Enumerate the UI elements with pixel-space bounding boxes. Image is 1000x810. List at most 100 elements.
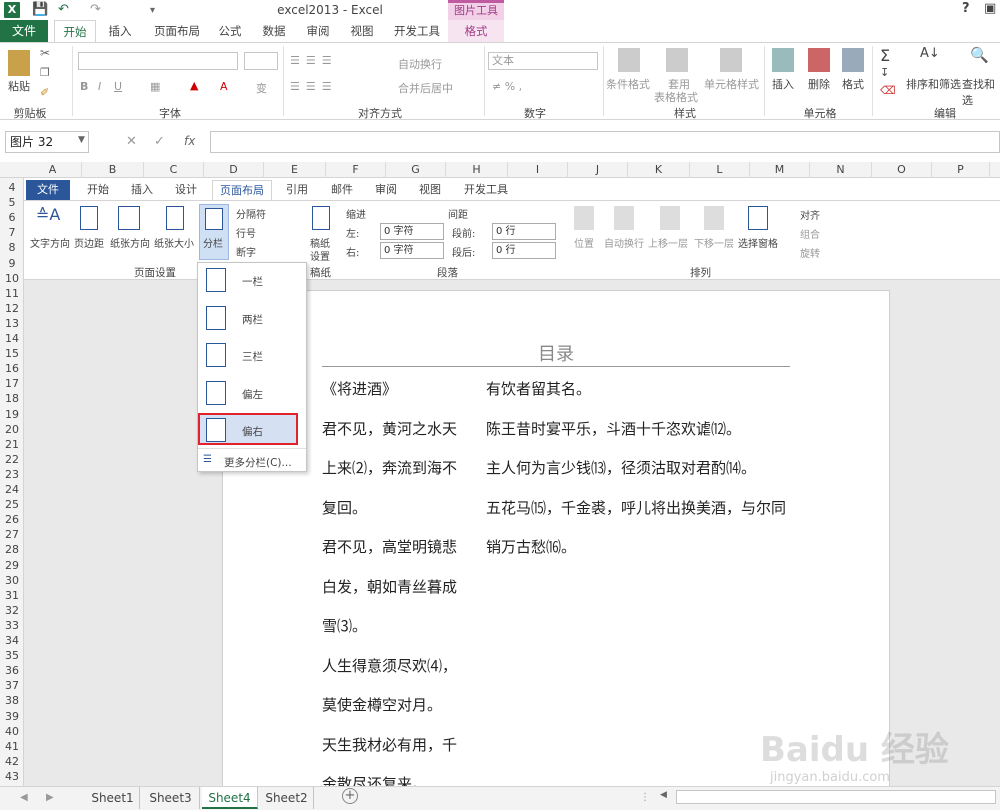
column-header-c[interactable]: C	[144, 162, 204, 178]
conditional-format-icon[interactable]	[618, 48, 640, 72]
cut-icon[interactable]: ✂	[40, 46, 50, 60]
row-header[interactable]: 15	[0, 346, 24, 361]
tab-page-layout[interactable]: 页面布局	[146, 20, 208, 42]
column-header-i[interactable]: I	[508, 162, 568, 178]
merge-center-button[interactable]: 合并后居中	[398, 80, 453, 96]
sheet-tab-3[interactable]: Sheet4	[202, 787, 258, 809]
row-header[interactable]: 24	[0, 482, 24, 497]
sort-filter-button[interactable]: 排序和筛选	[906, 76, 961, 92]
table-format-button-l2[interactable]: 表格格式	[654, 89, 698, 105]
sheet-tab-1[interactable]: Sheet1	[86, 787, 140, 809]
insert-cells-button[interactable]: 插入	[772, 76, 794, 92]
tab-home[interactable]: 开始	[54, 20, 96, 42]
row-header[interactable]: 5	[0, 195, 24, 210]
format-cells-button[interactable]: 格式	[842, 76, 864, 92]
ribbon-display-icon[interactable]: ▣	[984, 1, 996, 16]
find-icon[interactable]: 🔍	[970, 46, 989, 64]
delete-cells-button[interactable]: 删除	[808, 76, 830, 92]
name-box[interactable]: 图片 32	[5, 131, 89, 153]
row-header[interactable]: 35	[0, 648, 24, 663]
row-header[interactable]: 9	[0, 256, 24, 271]
copy-icon[interactable]: ❐	[40, 66, 50, 79]
row-header[interactable]: 38	[0, 693, 24, 708]
row-header[interactable]: 7	[0, 225, 24, 240]
column-header-k[interactable]: K	[628, 162, 690, 178]
column-header-p[interactable]: P	[932, 162, 990, 178]
find-select-button[interactable]: 查找和选	[962, 76, 1000, 108]
font-name-combo[interactable]	[78, 52, 238, 70]
align-left-icons[interactable]: ☰☰☰	[290, 80, 338, 93]
row-header[interactable]: 22	[0, 452, 24, 467]
sort-filter-icon[interactable]: A↓	[920, 46, 940, 61]
bold-icon[interactable]: B	[80, 80, 88, 93]
row-header[interactable]: 20	[0, 422, 24, 437]
row-header[interactable]: 10	[0, 271, 24, 286]
tab-splitter-icon[interactable]: ⋮	[640, 792, 650, 803]
scroll-right-icon[interactable]: ▶	[46, 792, 54, 803]
row-header[interactable]: 34	[0, 633, 24, 648]
insert-function-icon[interactable]: fx	[184, 134, 195, 148]
column-header-n[interactable]: N	[810, 162, 872, 178]
delete-cells-icon[interactable]	[808, 48, 830, 72]
new-sheet-icon[interactable]: +	[342, 788, 358, 804]
fill-icon[interactable]: ↧	[880, 66, 889, 79]
insert-cells-icon[interactable]	[772, 48, 794, 72]
row-header[interactable]: 17	[0, 376, 24, 391]
column-header-f[interactable]: F	[326, 162, 386, 178]
row-header[interactable]: 31	[0, 588, 24, 603]
wrap-text-button[interactable]: 自动换行	[398, 56, 442, 72]
row-header[interactable]: 11	[0, 286, 24, 301]
sheet-tab-2[interactable]: Sheet3	[142, 787, 200, 809]
tab-view[interactable]: 视图	[342, 20, 382, 42]
tab-insert[interactable]: 插入	[100, 20, 140, 42]
row-header[interactable]: 33	[0, 618, 24, 633]
row-header[interactable]: 42	[0, 754, 24, 769]
row-header[interactable]: 21	[0, 437, 24, 452]
tab-data[interactable]: 数据	[254, 20, 294, 42]
cell-styles-button[interactable]: 单元格样式	[704, 76, 759, 92]
column-header-b[interactable]: B	[82, 162, 144, 178]
name-box-dropdown-icon[interactable]: ▼	[78, 135, 85, 145]
row-header[interactable]: 23	[0, 467, 24, 482]
row-header[interactable]: 32	[0, 603, 24, 618]
row-header[interactable]: 6	[0, 210, 24, 225]
tab-review[interactable]: 审阅	[298, 20, 338, 42]
column-header-e[interactable]: E	[264, 162, 326, 178]
font-color-icon[interactable]: A	[220, 80, 228, 93]
row-header[interactable]: 18	[0, 391, 24, 406]
number-format-combo[interactable]: 文本	[488, 52, 598, 70]
tab-file[interactable]: 文件	[0, 20, 48, 42]
row-header[interactable]: 41	[0, 739, 24, 754]
underline-icon[interactable]: U	[114, 80, 122, 93]
row-header[interactable]: 16	[0, 361, 24, 376]
column-header-g[interactable]: G	[386, 162, 446, 178]
row-header[interactable]: 36	[0, 663, 24, 678]
row-header[interactable]: 40	[0, 724, 24, 739]
column-header-l[interactable]: L	[690, 162, 750, 178]
row-header[interactable]: 8	[0, 240, 24, 255]
table-format-icon[interactable]	[666, 48, 688, 72]
phonetic-icon[interactable]: 变	[256, 80, 267, 96]
enter-icon[interactable]: ✓	[154, 134, 165, 149]
paste-icon[interactable]	[8, 50, 30, 76]
column-header-m[interactable]: M	[750, 162, 810, 178]
tab-format[interactable]: 格式	[448, 20, 504, 42]
conditional-format-button[interactable]: 条件格式	[606, 76, 650, 92]
row-header[interactable]: 14	[0, 331, 24, 346]
row-header[interactable]: 27	[0, 527, 24, 542]
row-header[interactable]: 4	[0, 180, 24, 195]
sheet-tab-4[interactable]: Sheet2	[260, 787, 314, 809]
scroll-left-icon[interactable]: ◀	[20, 792, 28, 803]
row-header[interactable]: 12	[0, 301, 24, 316]
cancel-icon[interactable]: ✕	[126, 134, 137, 149]
column-header-j[interactable]: J	[568, 162, 628, 178]
column-header-h[interactable]: H	[446, 162, 508, 178]
format-painter-icon[interactable]: ✐	[40, 86, 49, 99]
currency-icon[interactable]: ≠ % ,	[492, 80, 522, 93]
column-header-d[interactable]: D	[204, 162, 264, 178]
fill-color-icon[interactable]: ▲	[190, 79, 198, 92]
italic-icon[interactable]: I	[98, 80, 101, 93]
formula-input[interactable]	[210, 131, 1000, 153]
row-header[interactable]: 39	[0, 709, 24, 724]
row-header[interactable]: 25	[0, 497, 24, 512]
